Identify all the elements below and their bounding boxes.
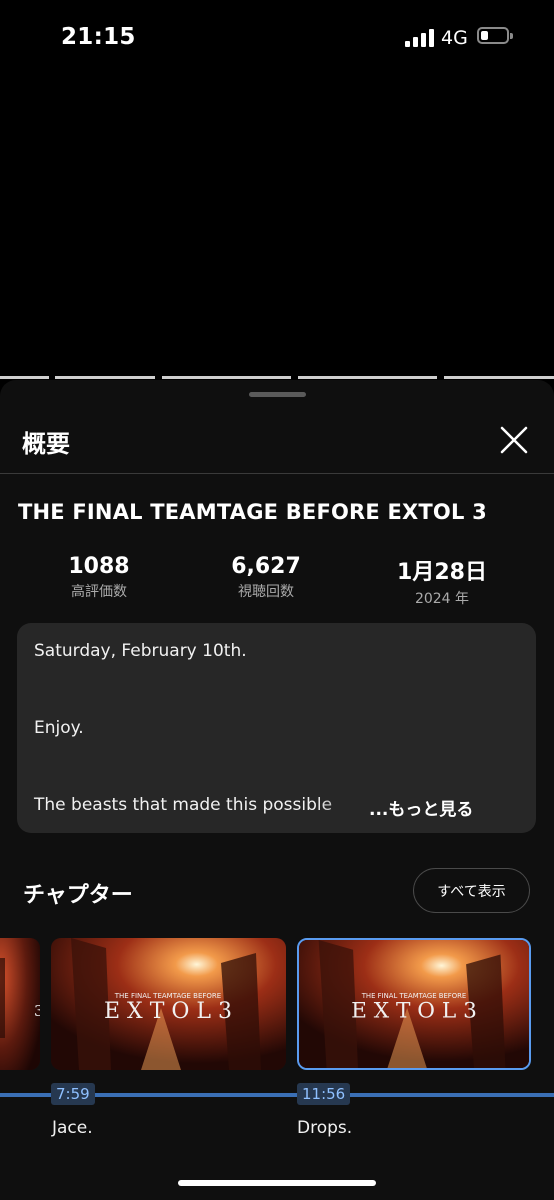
stat-date-value: 1月28日 xyxy=(397,560,487,585)
battery-icon xyxy=(477,27,513,44)
chapter-name[interactable]: Jace. xyxy=(52,1118,93,1138)
status-bar: 21:15 4G xyxy=(0,0,554,74)
sheet-divider xyxy=(0,473,554,474)
stat-date-year: 2024 年 xyxy=(414,591,470,607)
description-sheet: 概要 THE FINAL TEAMTAGE BEFORE EXTOL 3 108… xyxy=(0,380,554,1200)
network-type: 4G xyxy=(441,27,468,49)
sheet-title: 概要 xyxy=(22,430,70,458)
home-indicator[interactable] xyxy=(178,1180,376,1186)
chapter-timestamp[interactable]: 7:59 xyxy=(51,1083,95,1105)
description-line: The beasts that made this possible xyxy=(34,795,333,815)
stat-views-label: 視聴回数 xyxy=(238,584,294,600)
show-more-link[interactable]: ...もっと見る xyxy=(367,795,474,820)
description-box[interactable]: Saturday, February 10th. Enjoy. The beas… xyxy=(17,623,536,833)
cellular-signal-icon xyxy=(405,29,435,47)
stat-views-value: 6,627 xyxy=(231,554,301,579)
chapter-timestamp[interactable]: 11:56 xyxy=(297,1083,351,1105)
close-icon[interactable] xyxy=(497,423,531,457)
stat-views: 6,627 視聴回数 xyxy=(196,554,336,601)
show-all-chapters-button[interactable]: すべて表示 xyxy=(413,868,530,913)
stat-date: 1月28日 2024 年 xyxy=(372,554,512,608)
description-line: Saturday, February 10th. xyxy=(34,641,247,661)
svg-text:E X T O L 3: E X T O L 3 xyxy=(351,999,477,1024)
chapter-name[interactable]: Drops. xyxy=(297,1118,352,1138)
stat-likes-value: 1088 xyxy=(68,554,130,579)
description-line: Enjoy. xyxy=(34,718,84,738)
chapter-thumbnail-selected[interactable]: THE FINAL TEAMTAGE BEFORE E X T O L 3 xyxy=(297,938,531,1070)
stat-likes-label: 高評価数 xyxy=(71,584,127,600)
sheet-drag-handle[interactable] xyxy=(249,392,306,397)
status-time: 21:15 xyxy=(61,24,136,50)
chapter-thumbnail[interactable]: 3 xyxy=(0,938,40,1070)
chapters-heading: チャプター xyxy=(23,883,133,908)
video-progress-segments[interactable] xyxy=(0,376,554,379)
svg-text:E X T O L 3: E X T O L 3 xyxy=(104,999,232,1024)
svg-text:3: 3 xyxy=(34,1002,40,1020)
stat-likes: 1088 高評価数 xyxy=(29,554,169,601)
video-title: THE FINAL TEAMTAGE BEFORE EXTOL 3 xyxy=(18,500,487,524)
chapter-thumbnail[interactable]: THE FINAL TEAMTAGE BEFORE E X T O L 3 xyxy=(51,938,286,1070)
